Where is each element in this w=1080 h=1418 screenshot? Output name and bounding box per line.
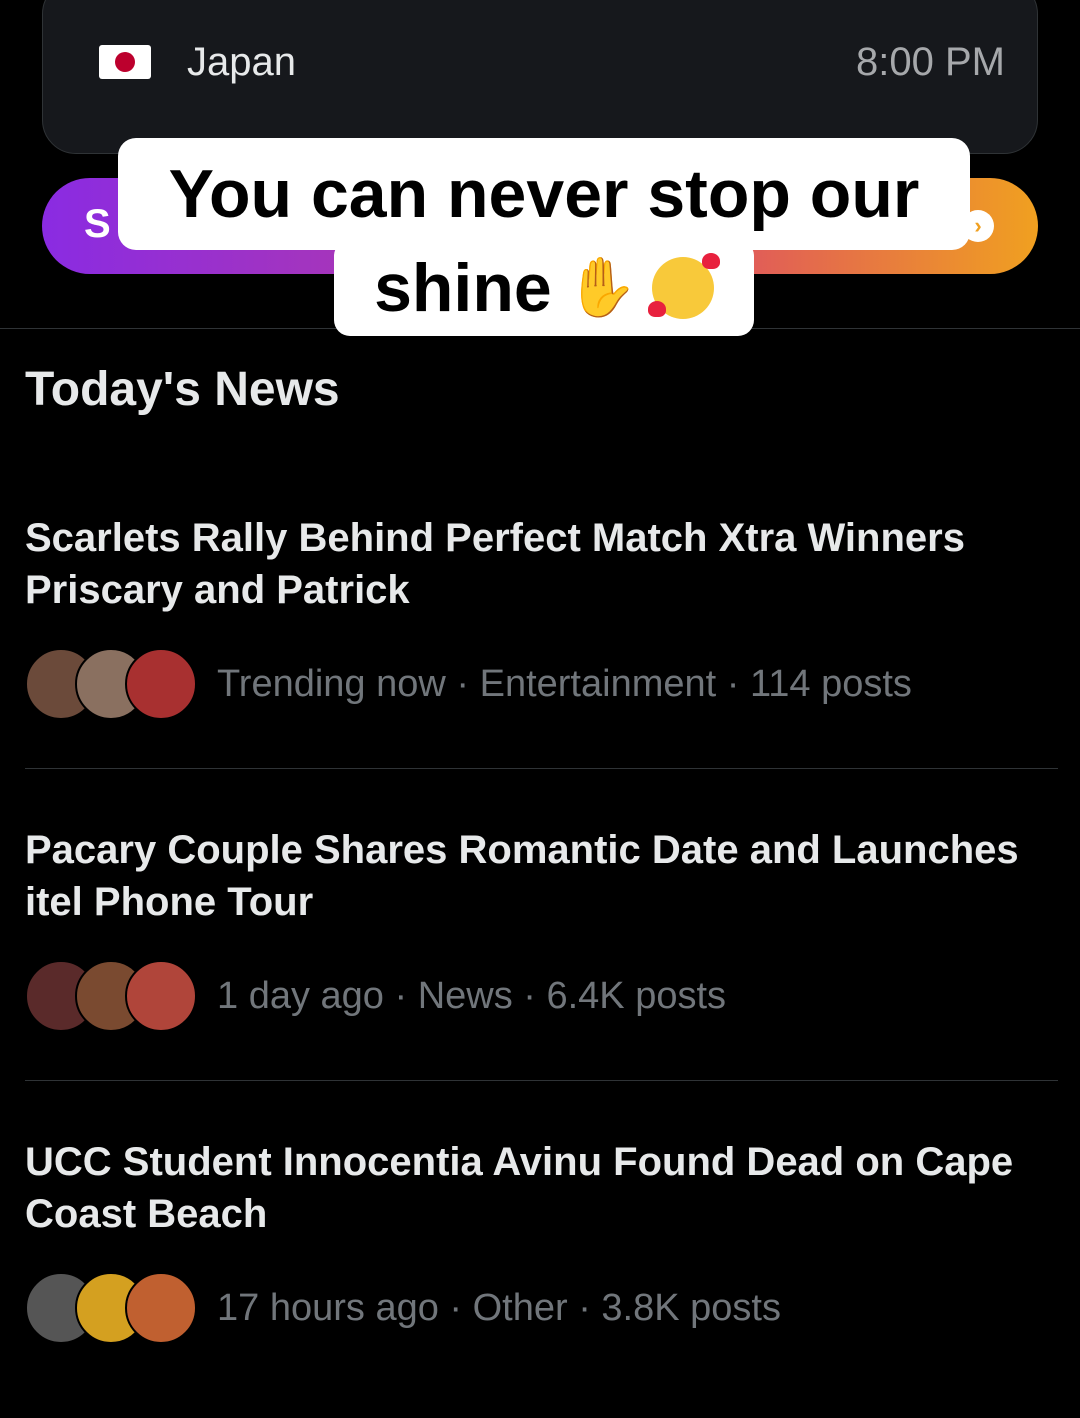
news-meta: 17 hours ago · Other · 3.8K posts bbox=[217, 1286, 781, 1329]
news-title: UCC Student Innocentia Avinu Found Dead … bbox=[25, 1140, 1014, 1236]
caption-line-2: shine bbox=[374, 250, 552, 326]
news-meta: 1 day ago · News · 6.4K posts bbox=[217, 974, 727, 1017]
avatar-stack bbox=[25, 1272, 197, 1344]
country-label: Japan bbox=[187, 39, 296, 84]
world-clock-card[interactable]: Japan 8:00 PM bbox=[42, 0, 1038, 154]
news-meta-row: 17 hours ago · Other · 3.8K posts bbox=[25, 1270, 1058, 1346]
clock-row: Japan 8:00 PM bbox=[99, 37, 1005, 87]
japan-flag-icon bbox=[99, 45, 151, 79]
time-label: 8:00 PM bbox=[856, 39, 1005, 84]
news-item[interactable]: Pacary Couple Shares Romantic Date and L… bbox=[25, 824, 1058, 1034]
caption-line-1: You can never stop our bbox=[118, 138, 970, 250]
section-title: Today's News bbox=[25, 363, 340, 416]
avatar-stack bbox=[25, 648, 197, 720]
divider bbox=[25, 768, 1058, 769]
avatar bbox=[125, 1272, 197, 1344]
pinching-hand-emoji-icon: ✋ bbox=[565, 255, 638, 320]
avatar bbox=[125, 648, 197, 720]
news-meta: Trending now · Entertainment · 114 posts bbox=[217, 662, 912, 705]
news-item[interactable]: Scarlets Rally Behind Perfect Match Xtra… bbox=[25, 512, 1058, 722]
avatar bbox=[125, 960, 197, 1032]
smiling-face-with-hearts-icon bbox=[647, 253, 720, 319]
news-title: Pacary Couple Shares Romantic Date and L… bbox=[25, 828, 1019, 924]
news-item[interactable]: UCC Student Innocentia Avinu Found Dead … bbox=[25, 1136, 1058, 1346]
news-meta-row: 1 day ago · News · 6.4K posts bbox=[25, 958, 1058, 1034]
gradient-button-label: S bbox=[84, 202, 111, 246]
caption-line-2-box: shine ✋ bbox=[334, 240, 754, 336]
news-meta-row: Trending now · Entertainment · 114 posts bbox=[25, 646, 1058, 722]
news-title: Scarlets Rally Behind Perfect Match Xtra… bbox=[25, 516, 965, 612]
page: Japan 8:00 PM S › You can never stop our… bbox=[0, 0, 1080, 1418]
avatar-stack bbox=[25, 960, 197, 1032]
divider bbox=[25, 1080, 1058, 1081]
